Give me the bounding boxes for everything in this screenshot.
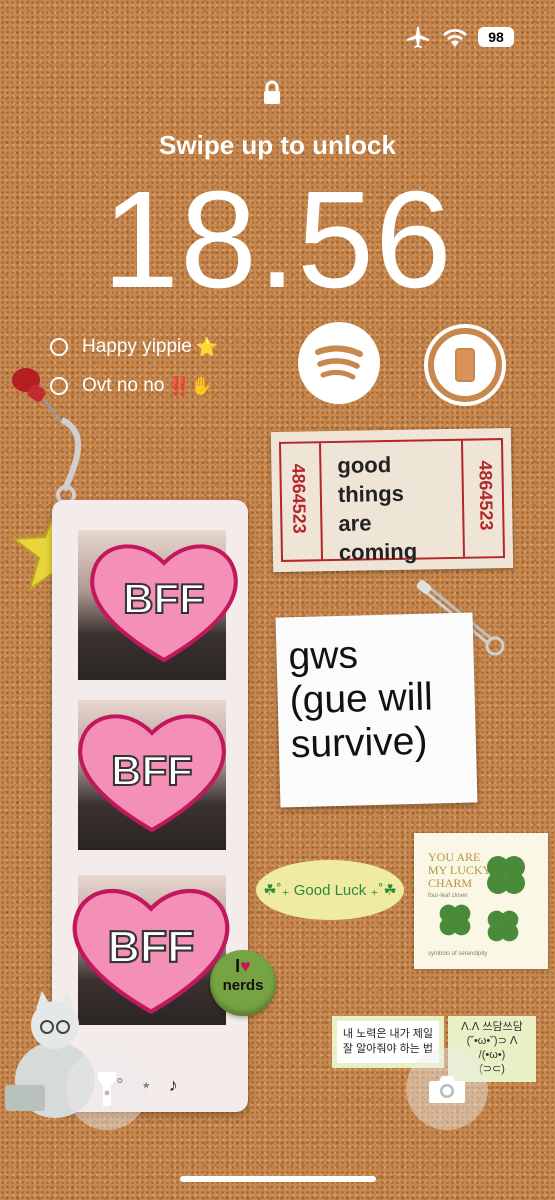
ticket-sticker: 4864523 4864523 good things are coming [270, 427, 514, 573]
bff-heart-sticker: BFF [90, 544, 238, 663]
ticket-number-left: 4864523 [288, 463, 310, 534]
phone-icon [428, 328, 502, 402]
svg-text:BFF: BFF [111, 747, 193, 794]
lock-clock: 18.56 [102, 163, 453, 317]
nerds-top: I♥ [235, 956, 251, 976]
good-luck-sticker: ☘︎˚₊ Good Luck ₊˚☘︎ [256, 860, 404, 920]
svg-text:BFF: BFF [123, 575, 205, 622]
phone-widget[interactable] [424, 324, 506, 406]
home-indicator[interactable] [180, 1176, 376, 1182]
camera-button[interactable] [406, 1048, 488, 1130]
svg-text:BFF: BFF [108, 923, 195, 972]
camera-icon [429, 1076, 465, 1103]
spotify-widget[interactable] [298, 322, 380, 404]
battery-indicator: 98 [478, 27, 514, 47]
flashlight-icon [98, 1072, 116, 1106]
pushpin-decoration [12, 368, 82, 505]
lock-icon [264, 80, 280, 104]
wifi-icon [443, 29, 467, 47]
clover-icon [439, 904, 471, 936]
spotify-icon [315, 345, 363, 380]
flashlight-button[interactable] [66, 1048, 148, 1130]
clover-icon [487, 910, 519, 942]
bff-heart-sticker: BFF [78, 714, 226, 833]
nerds-label: nerds [222, 977, 264, 994]
reminder-label: Happy yippie [82, 336, 192, 357]
star-icon: ⭐ [195, 336, 219, 357]
ticket-number-right: 4864523 [475, 460, 497, 531]
nerds-pin-button: I♥ nerds [210, 950, 276, 1016]
reminder-checkbox[interactable] [50, 338, 68, 356]
gws-note: gws (gue will survive) [275, 612, 478, 808]
clover-icon [487, 856, 525, 894]
warning-hand-icon: ‼️✋ [168, 375, 214, 396]
airplane-icon [407, 27, 429, 48]
ticket-text: good things are coming [337, 452, 418, 565]
lucky-charm-stamp: YOU ARE MY LUCKY CHARM four-leaf clover … [414, 833, 548, 969]
swipe-up-hint: Swipe up to unlock [159, 130, 396, 160]
reminder-item[interactable]: Happy yippie ⭐ [50, 332, 218, 362]
stamp-footer: symbols of serendipity [428, 951, 488, 957]
